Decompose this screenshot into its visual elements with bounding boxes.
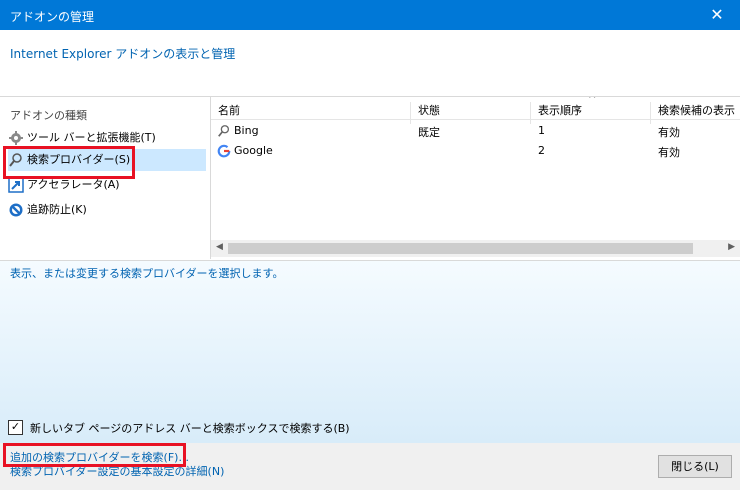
window-title: アドオンの管理: [10, 10, 95, 24]
highlight-box: [3, 443, 186, 467]
column-header-order[interactable]: 表示順序: [538, 102, 582, 118]
search-in-address-bar-checkbox[interactable]: ✓: [8, 420, 23, 435]
horizontal-scrollbar[interactable]: ◀ ▶: [211, 240, 740, 257]
provider-suggestions: 有効: [658, 146, 680, 159]
sidebar-item-label: 追跡防止(K): [27, 203, 87, 216]
addon-types-title: アドオンの種類: [10, 109, 87, 122]
provider-order: 2: [538, 144, 545, 157]
google-icon: [217, 144, 231, 158]
details-text: 表示、または変更する検索プロバイダーを選択します。: [10, 267, 284, 280]
close-icon[interactable]: ✕: [694, 0, 740, 30]
column-header-status[interactable]: 状態: [418, 102, 440, 118]
scrollbar-thumb[interactable]: [228, 243, 693, 254]
sidebar-item-label: ツール バーと拡張機能(T): [27, 131, 156, 144]
block-icon: [9, 203, 23, 217]
table-row[interactable]: Google 2 有効: [211, 141, 740, 161]
list-header: 名前 状態 表示順序 ^ 検索候補の表示: [211, 97, 740, 124]
search-icon: [218, 125, 230, 137]
details-panel: 表示、または変更する検索プロバイダーを選択します。 ✓ 新しいタブ ページのアド…: [0, 260, 740, 443]
scroll-left-icon[interactable]: ◀: [216, 242, 223, 252]
accelerator-icon: [8, 177, 24, 193]
sidebar-item-tracking-protection[interactable]: 追跡防止(K): [8, 199, 206, 221]
close-button[interactable]: 閉じる(L): [658, 455, 732, 478]
provider-name: Bing: [234, 124, 259, 137]
header: Internet Explorer アドオンの表示と管理: [0, 30, 740, 97]
scroll-right-icon[interactable]: ▶: [728, 242, 735, 252]
checkbox-label: 新しいタブ ページのアドレス バーと検索ボックスで検索する(B): [30, 422, 350, 435]
provider-order: 1: [538, 124, 545, 137]
sidebar-item-label: アクセラレータ(A): [27, 178, 120, 191]
page-title: Internet Explorer アドオンの表示と管理: [10, 47, 236, 61]
column-header-suggestions[interactable]: 検索候補の表示: [658, 102, 735, 118]
title-bar: アドオンの管理 ✕: [0, 0, 740, 30]
provider-name: Google: [234, 144, 273, 157]
provider-suggestions: 有効: [658, 126, 680, 139]
column-header-name[interactable]: 名前: [218, 102, 240, 118]
provider-status: 既定: [418, 126, 440, 139]
sort-ascending-icon: ^: [588, 97, 597, 105]
table-row[interactable]: Bing 既定 1 有効: [211, 121, 740, 141]
gear-icon: [9, 131, 23, 145]
providers-list: 名前 状態 表示順序 ^ 検索候補の表示 Bing 既定 1 有効 Google…: [211, 97, 740, 259]
highlight-box: [3, 146, 135, 179]
